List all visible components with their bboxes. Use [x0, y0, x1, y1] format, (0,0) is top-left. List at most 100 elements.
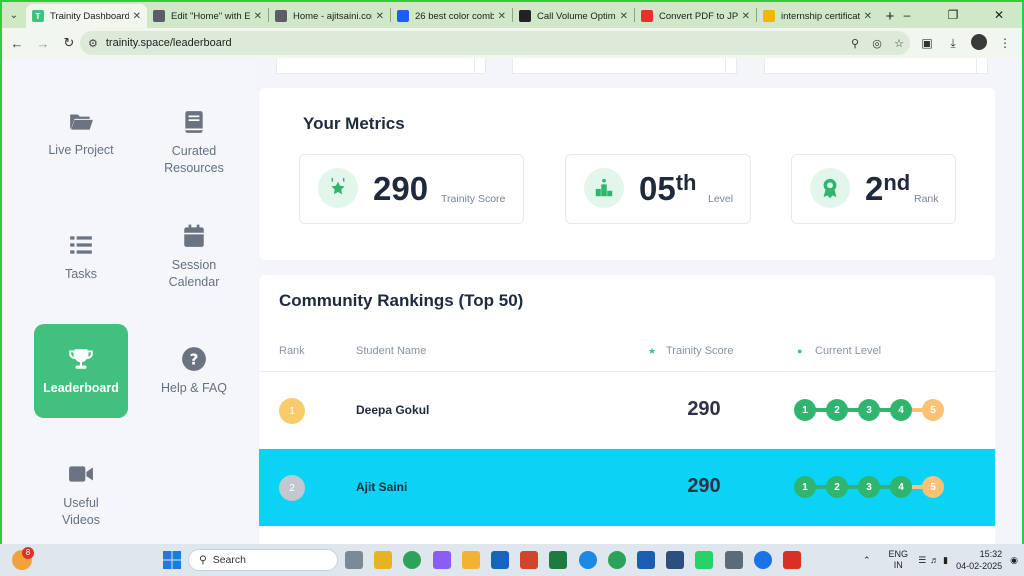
eye-off-icon[interactable]: ◎ [866, 37, 888, 50]
header-student-name: Student Name [356, 345, 427, 357]
metric-value-score: 290 [373, 170, 429, 207]
calendar-icon [184, 224, 204, 247]
sidebar: Live Project Curated Resources Tasks Ses… [2, 58, 258, 544]
bookmark-star-icon[interactable]: ☆ [888, 37, 910, 50]
taskbar-search[interactable]: ⚲ Search [188, 549, 338, 571]
trophy-icon [69, 348, 93, 369]
profile-avatar[interactable] [966, 33, 992, 53]
site-info-icon[interactable]: ⚙ [88, 37, 98, 50]
browser-tab[interactable]: Call Volume Optimiz ✕ [513, 4, 634, 28]
tab-search-icon[interactable]: ⌄ [2, 2, 26, 28]
back-icon[interactable]: ← [4, 30, 30, 56]
browser-tab[interactable]: internship certificate ✕ [757, 4, 878, 28]
copilot-icon[interactable] [432, 551, 451, 569]
tab-close-icon[interactable]: ✕ [742, 11, 750, 22]
close-window-icon[interactable]: ✕ [976, 2, 1022, 28]
tray-chevron-icon[interactable]: ⌃ [863, 555, 871, 566]
sidebar-item-leaderboard[interactable]: Leaderboard [34, 324, 128, 418]
tab-favicon-icon: T [32, 10, 44, 22]
powerpoint-icon[interactable] [520, 551, 539, 569]
reload-icon[interactable]: ↻ [56, 30, 82, 56]
wifi-icon[interactable]: ☰ [918, 555, 926, 566]
table-row[interactable]: 1 Deepa Gokul 290 1 2 3 4 5 [259, 371, 995, 448]
maximize-icon[interactable]: ❐ [930, 2, 976, 28]
tab-favicon-icon [153, 10, 165, 22]
browser-tab[interactable]: Home - ajitsaini.com ✕ [269, 4, 390, 28]
sidebar-item-live-project[interactable]: Live Project [34, 86, 128, 180]
sidebar-item-help-faq[interactable]: ? Help & FAQ [147, 324, 241, 418]
browser-menu-icon[interactable]: ⋮ [992, 36, 1018, 50]
tab-close-icon[interactable]: ✕ [864, 11, 872, 22]
notifications-icon[interactable]: ◉ [1010, 555, 1018, 566]
community-rankings-panel: Community Rankings (Top 50) Rank Student… [259, 275, 995, 544]
language-indicator[interactable]: ENG IN [889, 549, 909, 571]
header-trainity-score: Trainity Score [666, 345, 734, 357]
sidebar-item-label: Useful Videos [62, 496, 100, 527]
level-step: 5 [922, 476, 944, 498]
extensions-icon[interactable]: ▣ [914, 36, 940, 50]
tab-favicon-icon [397, 10, 409, 22]
chrome-profile-icon[interactable] [607, 551, 626, 569]
files-icon[interactable] [374, 551, 393, 569]
table-row[interactable]: 2 Ajit Saini 290 1 2 3 4 5 [259, 449, 995, 526]
sidebar-item-label: Session Calendar [168, 258, 220, 289]
calculator-icon[interactable] [724, 551, 743, 569]
sidebar-item-useful-videos[interactable]: Useful Videos [34, 448, 128, 542]
task-view-icon[interactable] [345, 551, 363, 569]
level-step: 4 [890, 476, 912, 498]
tab-favicon-icon [275, 10, 287, 22]
tab-title: internship certificate [781, 10, 860, 22]
file-explorer-icon[interactable] [461, 551, 480, 569]
tab-favicon-icon [641, 10, 653, 22]
address-bar[interactable]: ⚙ trainity.space/leaderboard ⚲ ◎ ☆ [80, 31, 910, 55]
word-icon[interactable] [637, 551, 655, 569]
notification-badge: 8 [22, 547, 34, 559]
excel-icon[interactable] [549, 551, 568, 569]
tab-close-icon[interactable]: ✕ [133, 11, 141, 22]
whatsapp-icon[interactable] [695, 551, 714, 569]
chrome-icon[interactable] [403, 551, 422, 569]
forward-icon[interactable]: → [30, 30, 56, 56]
level-step: 2 [826, 399, 848, 421]
sidebar-item-tasks[interactable]: Tasks [34, 210, 128, 304]
browser-tab[interactable]: Edit "Home" with Ele ✕ [147, 4, 268, 28]
folder-open-icon [70, 114, 93, 130]
chrome-active-icon[interactable] [753, 551, 772, 569]
snipping-tool-icon[interactable] [666, 551, 685, 569]
browser-tab[interactable]: T Trainity Dashboard ✕ [26, 4, 147, 28]
tab-strip: ⌄ T Trainity Dashboard ✕ Edit "Home" with E… [2, 2, 1022, 28]
clock[interactable]: 15:32 04-02-2025 [956, 548, 1002, 572]
outlook-icon[interactable] [491, 551, 509, 569]
browser-toolbar: ← → ↻ ⚙ trainity.space/leaderboard ⚲ ◎ ☆… [2, 28, 1022, 58]
metric-label-score: Trainity Score [441, 193, 506, 205]
browser-tab[interactable]: Convert PDF to JPG. ✕ [635, 4, 756, 28]
sidebar-item-session-calendar[interactable]: Session Calendar [147, 210, 241, 304]
windows-start-icon[interactable] [163, 551, 181, 569]
battery-icon[interactable]: ▮ [943, 555, 948, 566]
tab-title: Call Volume Optimiz [537, 10, 616, 22]
tab-close-icon[interactable]: ✕ [254, 11, 262, 22]
minimize-icon[interactable]: – [884, 2, 930, 28]
acrobat-icon[interactable] [783, 551, 801, 569]
sidebar-item-curated-resources[interactable]: Curated Resources [147, 96, 241, 190]
metric-label-level: Level [708, 193, 734, 205]
edge-icon[interactable] [578, 551, 597, 569]
level-step: 1 [794, 399, 816, 421]
url-text[interactable]: trainity.space/leaderboard [106, 37, 844, 49]
award-ribbon-icon [810, 168, 850, 208]
video-camera-icon [69, 466, 93, 482]
tab-close-icon[interactable]: ✕ [376, 11, 384, 22]
level-header-icon: ● [797, 346, 803, 356]
tab-close-icon[interactable]: ✕ [620, 11, 628, 22]
level-step: 2 [826, 476, 848, 498]
browser-tab[interactable]: 26 best color combin ✕ [391, 4, 512, 28]
tab-close-icon[interactable]: ✕ [498, 11, 506, 22]
zoom-icon[interactable]: ⚲ [844, 37, 866, 50]
download-icon[interactable]: ⤓ [940, 36, 966, 51]
volume-icon[interactable]: ♬ [930, 555, 939, 565]
level-step: 4 [890, 399, 912, 421]
list-icon [70, 235, 92, 254]
book-icon [185, 111, 203, 133]
taskbar-search-label: Search [212, 554, 246, 566]
window-controls: – ❐ ✕ [884, 2, 1022, 28]
